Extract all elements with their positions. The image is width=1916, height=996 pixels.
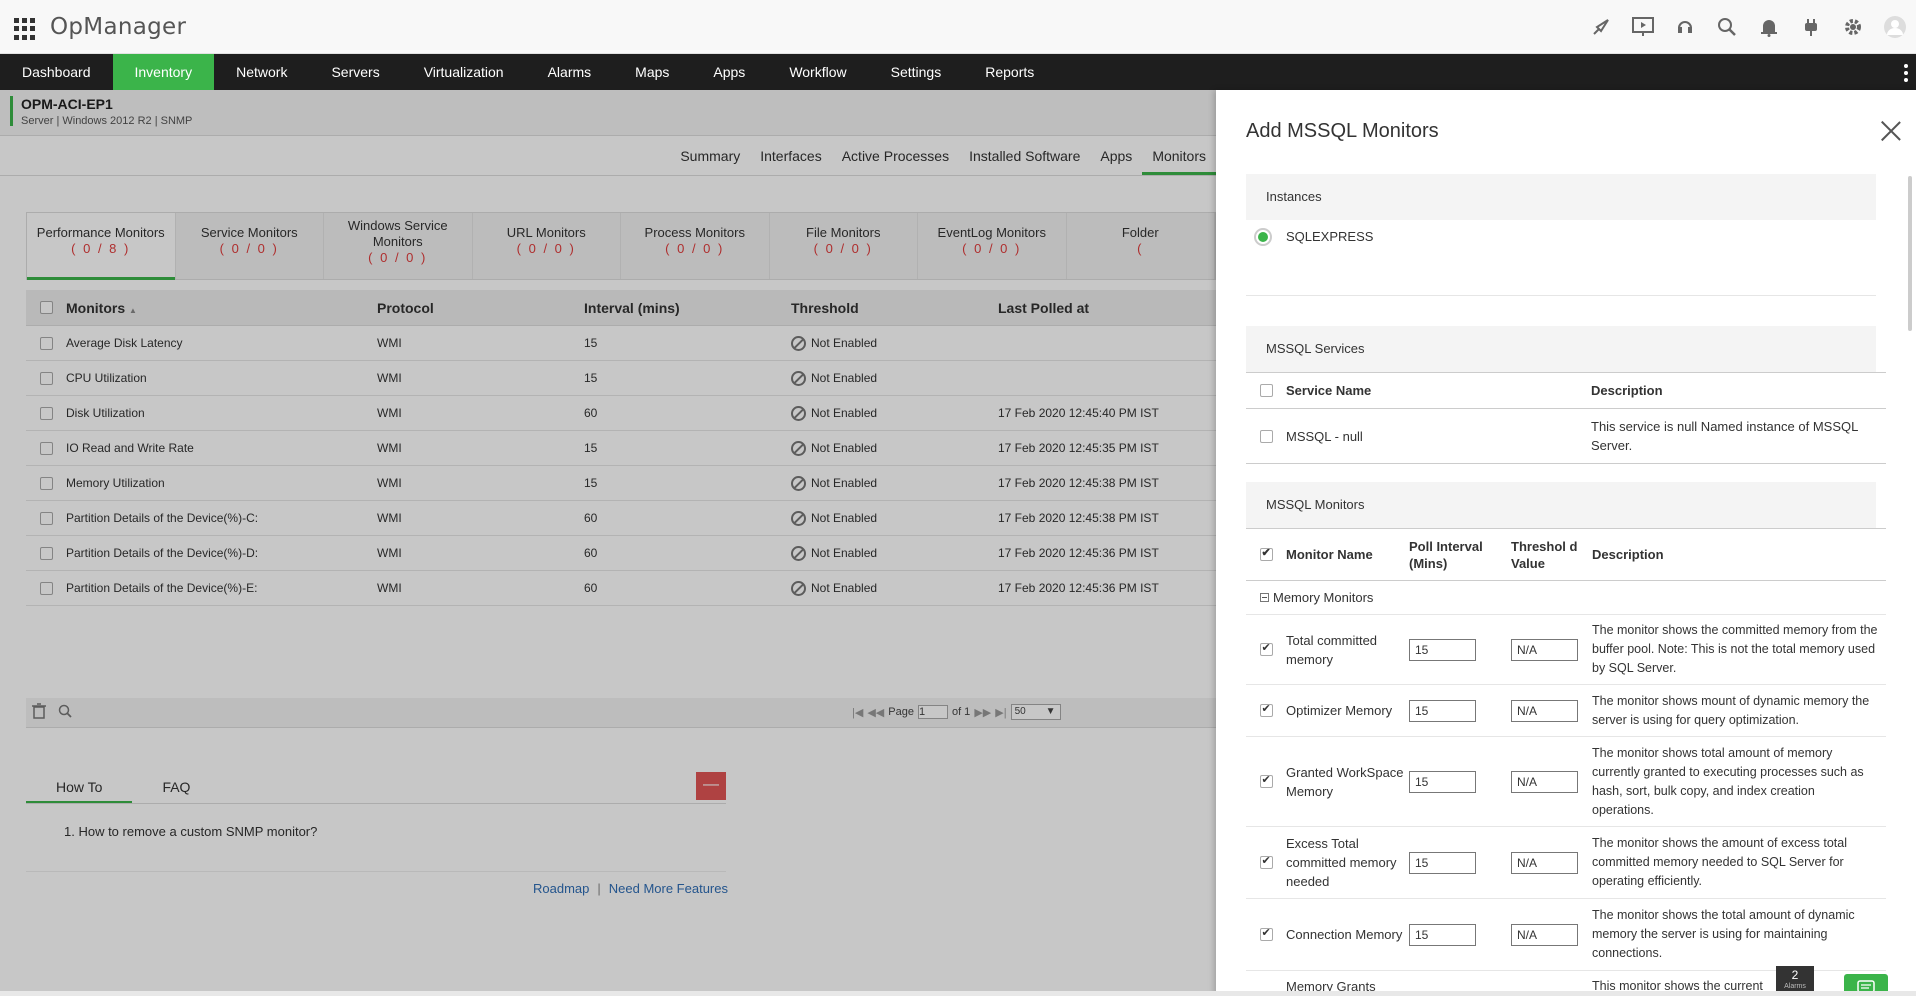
monitors-section-header: MSSQL Monitors	[1246, 482, 1876, 528]
select-all-services-checkbox[interactable]	[1259, 384, 1273, 397]
poll-interval-input[interactable]	[1409, 923, 1476, 946]
col-monitor-name: Monitor Name	[1286, 547, 1373, 562]
poll-interval-input[interactable]	[1409, 851, 1476, 874]
threshold-input[interactable]	[1511, 923, 1578, 946]
monitor-row[interactable]: Excess Total committed memory needed The…	[1246, 827, 1886, 899]
col-poll-interval: Poll Interval (Mins)	[1409, 538, 1483, 571]
nav-settings[interactable]: Settings	[869, 54, 964, 90]
col-service-name: Service Name	[1286, 383, 1372, 398]
mssql-monitors-header: Monitor Name Poll Interval (Mins) Thresh…	[1246, 529, 1886, 581]
monitor-name: Total committed memory	[1286, 632, 1378, 667]
main-nav: Dashboard Inventory Network Servers Virt…	[0, 54, 1916, 90]
monitor-row[interactable]: Optimizer Memory The monitor shows mount…	[1246, 685, 1886, 737]
add-mssql-monitors-panel: Add MSSQL Monitors Instances SQLEXPRESS …	[1216, 90, 1916, 996]
instance-label[interactable]: SQLEXPRESS	[1286, 229, 1373, 244]
monitor-row[interactable]: Connection Memory The monitor shows the …	[1246, 899, 1886, 971]
monitor-checkbox[interactable]	[1259, 926, 1273, 941]
col-description: Description	[1591, 383, 1663, 398]
panel-title: Add MSSQL Monitors	[1246, 120, 1439, 142]
nav-dashboard[interactable]: Dashboard	[0, 54, 113, 90]
monitor-description: The monitor shows the amount of excess t…	[1592, 836, 1847, 888]
nav-network[interactable]: Network	[214, 54, 309, 90]
service-row[interactable]: MSSQL - null This service is null Named …	[1246, 409, 1886, 464]
monitor-checkbox[interactable]	[1259, 773, 1273, 788]
group-label: Memory Monitors	[1273, 590, 1374, 605]
select-all-monitors-checkbox[interactable]	[1259, 546, 1273, 561]
mssql-monitors-table: Monitor Name Poll Interval (Mins) Thresh…	[1246, 528, 1886, 996]
bottom-strip	[0, 991, 1916, 996]
more-options-icon[interactable]	[1904, 64, 1908, 82]
collapse-group-icon[interactable]	[1260, 593, 1269, 602]
monitor-name: Granted WorkSpace Memory	[1286, 764, 1404, 799]
col-threshold-value: Threshol d Value	[1511, 538, 1578, 571]
monitor-name: Connection Memory	[1286, 927, 1403, 942]
apps-grid-icon[interactable]	[14, 18, 36, 40]
nav-inventory[interactable]: Inventory	[112, 54, 215, 90]
monitor-row[interactable]: Granted WorkSpace Memory The monitor sho…	[1246, 737, 1886, 827]
poll-interval-input[interactable]	[1409, 638, 1476, 661]
top-header: OpManager	[0, 0, 1916, 54]
app-logo[interactable]: OpManager	[50, 14, 186, 40]
nav-workflow[interactable]: Workflow	[767, 54, 868, 90]
threshold-input[interactable]	[1511, 770, 1578, 793]
threshold-input[interactable]	[1511, 638, 1578, 661]
threshold-input[interactable]	[1511, 851, 1578, 874]
nav-servers[interactable]: Servers	[309, 54, 401, 90]
services-table: Service Name Description MSSQL - null Th…	[1246, 372, 1886, 464]
poll-interval-input[interactable]	[1409, 770, 1476, 793]
monitor-checkbox[interactable]	[1259, 854, 1273, 869]
monitor-checkbox[interactable]	[1259, 641, 1273, 656]
threshold-input[interactable]	[1511, 699, 1578, 722]
alarm-count: 2	[1791, 968, 1799, 982]
gear-icon[interactable]	[1840, 14, 1866, 40]
user-avatar-icon[interactable]	[1882, 14, 1908, 40]
group-memory-monitors[interactable]: Memory Monitors	[1246, 581, 1886, 615]
monitor-name: Optimizer Memory	[1286, 703, 1393, 718]
monitor-description: The monitor shows the committed memory f…	[1592, 623, 1878, 675]
rocket-icon[interactable]	[1588, 14, 1614, 40]
bell-icon[interactable]	[1756, 14, 1782, 40]
nav-apps[interactable]: Apps	[691, 54, 767, 90]
nav-alarms[interactable]: Alarms	[526, 54, 614, 90]
nav-reports[interactable]: Reports	[963, 54, 1056, 90]
services-section-header: MSSQL Services	[1246, 326, 1876, 372]
search-icon[interactable]	[1714, 14, 1740, 40]
instances-section-header: Instances	[1246, 174, 1876, 220]
nav-virtualization[interactable]: Virtualization	[402, 54, 526, 90]
nav-maps[interactable]: Maps	[613, 54, 691, 90]
close-icon[interactable]	[1880, 120, 1902, 142]
service-checkbox[interactable]	[1259, 429, 1273, 443]
presentation-icon[interactable]	[1630, 14, 1656, 40]
divider	[1246, 295, 1876, 296]
col-description: Description	[1592, 547, 1664, 562]
monitor-checkbox[interactable]	[1259, 702, 1273, 717]
monitor-description: The monitor shows total amount of memory…	[1592, 745, 1864, 817]
services-header: Service Name Description	[1246, 373, 1886, 409]
monitor-name: Excess Total committed memory needed	[1286, 836, 1397, 889]
instance-radio[interactable]	[1254, 228, 1272, 246]
service-description: This service is null Named instance of M…	[1591, 419, 1858, 453]
headset-icon[interactable]	[1672, 14, 1698, 40]
monitor-description: The monitor shows the total amount of dy…	[1592, 908, 1855, 960]
monitor-description: The monitor shows mount of dynamic memor…	[1592, 693, 1870, 727]
service-name: MSSQL - null	[1286, 428, 1363, 444]
poll-interval-input[interactable]	[1409, 699, 1476, 722]
plug-icon[interactable]	[1798, 14, 1824, 40]
modal-overlay[interactable]	[0, 90, 1216, 996]
scrollbar[interactable]	[1908, 176, 1912, 331]
monitor-row[interactable]: Total committed memory The monitor shows…	[1246, 615, 1886, 685]
